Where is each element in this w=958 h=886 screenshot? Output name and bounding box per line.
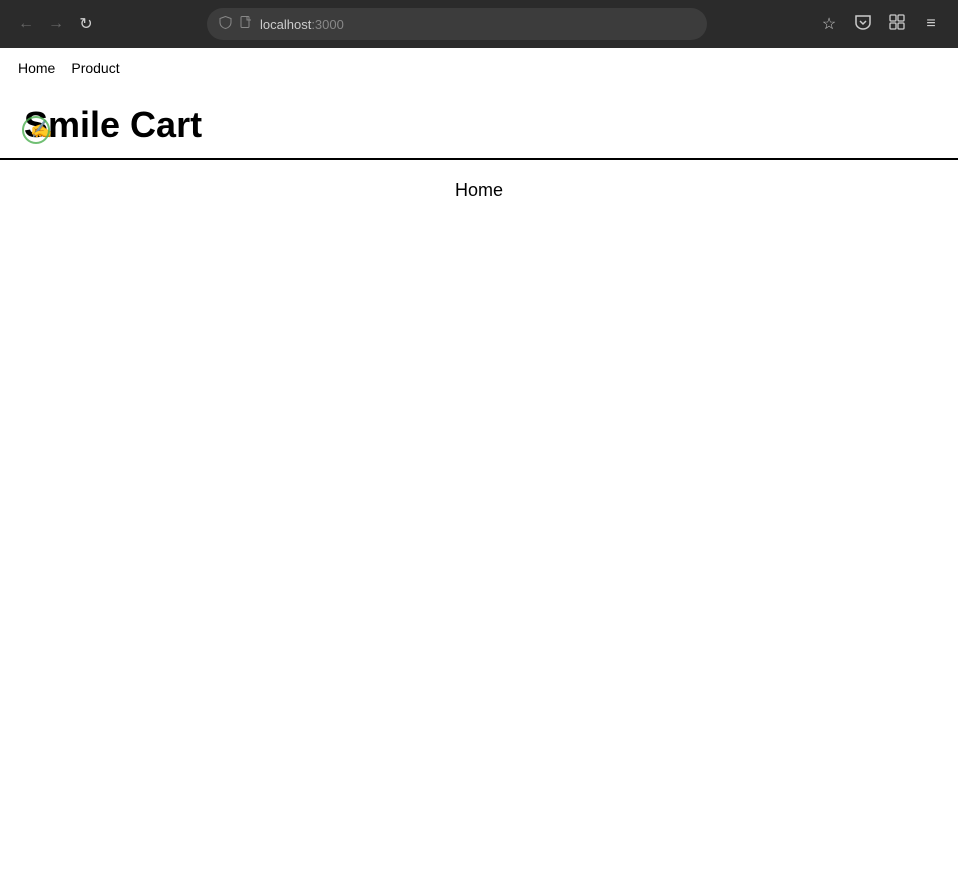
app-header: Smile Cart [0,88,958,158]
pocket-icon [854,14,872,35]
url-display: localhost:3000 [260,17,695,32]
star-icon: ☆ [822,14,836,34]
nav-bar: Home Product [0,48,958,88]
forward-button[interactable]: → [42,10,70,38]
reload-button[interactable]: ↻ [72,10,100,38]
browser-window: ← → ↻ [0,0,958,886]
forward-icon: → [48,15,64,33]
security-shield-icon [219,16,232,32]
extensions-button[interactable] [882,9,912,39]
puzzle-icon [888,13,906,36]
app-title: Smile Cart [24,104,934,146]
url-port: :3000 [311,17,344,32]
reload-icon: ↻ [79,14,92,34]
page-content: Home Product Smile Cart Home ✍ [0,48,958,886]
url-host: localhost [260,17,311,32]
address-bar[interactable]: localhost:3000 [207,8,707,40]
pocket-button[interactable] [848,9,878,39]
menu-button[interactable]: ≡ [916,9,946,39]
main-content: Home [0,160,958,201]
back-icon: ← [18,15,34,33]
nav-product-link[interactable]: Product [65,56,125,80]
nav-home-link[interactable]: Home [12,56,61,80]
back-button[interactable]: ← [12,10,40,38]
bookmark-button[interactable]: ☆ [814,9,844,39]
home-label: Home [455,180,503,201]
browser-right-icons: ☆ [814,9,946,39]
hamburger-icon: ≡ [926,15,935,33]
file-icon [240,16,252,32]
browser-chrome: ← → ↻ [0,0,958,48]
